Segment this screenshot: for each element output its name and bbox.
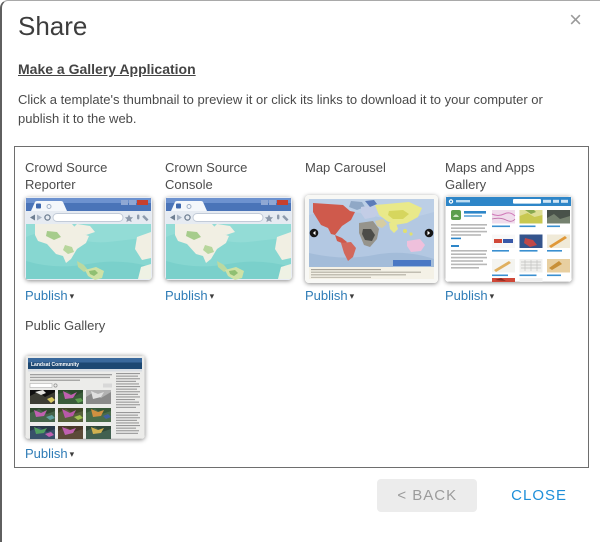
close-button[interactable]: CLOSE bbox=[509, 481, 569, 510]
template-thumbnail-crowd-source-reporter[interactable] bbox=[25, 195, 165, 283]
publish-dropdown[interactable]: Publish▾ bbox=[25, 288, 165, 303]
dropdown-caret-icon: ▾ bbox=[70, 449, 75, 459]
publish-link[interactable]: Publish bbox=[25, 446, 68, 461]
publish-dropdown[interactable]: Publish▾ bbox=[25, 446, 165, 461]
templates-panel: Crowd Source Reporter bbox=[14, 146, 589, 468]
template-title: Crown Source Console bbox=[165, 159, 289, 195]
landsat-gallery-thumbnail-image: Landsat Community bbox=[25, 355, 145, 439]
dropdown-caret-icon: ▾ bbox=[70, 291, 75, 301]
close-icon[interactable]: × bbox=[565, 5, 586, 35]
template-thumbnail-map-carousel[interactable] bbox=[305, 195, 445, 283]
landsat-community-label: Landsat Community bbox=[31, 362, 79, 368]
template-card-maps-and-apps-gallery: Maps and Apps Gallery bbox=[445, 159, 585, 303]
publish-link[interactable]: Publish bbox=[25, 288, 68, 303]
template-title: Crowd Source Reporter bbox=[25, 159, 149, 195]
template-card-map-carousel: Map Carousel bbox=[305, 159, 445, 303]
dropdown-caret-icon: ▾ bbox=[210, 291, 215, 301]
browser-map-thumbnail-image bbox=[165, 197, 292, 280]
gallery-webpage-thumbnail-image bbox=[445, 196, 572, 282]
dropdown-caret-icon: ▾ bbox=[350, 291, 355, 301]
template-title: Map Carousel bbox=[305, 159, 429, 195]
back-button[interactable]: < BACK bbox=[377, 479, 477, 512]
template-thumbnail-maps-and-apps-gallery[interactable] bbox=[445, 195, 585, 283]
browser-map-thumbnail-image bbox=[25, 197, 152, 280]
template-thumbnail-public-gallery[interactable]: Landsat Community bbox=[25, 353, 165, 441]
template-thumbnail-crown-source-console[interactable] bbox=[165, 195, 305, 283]
templates-grid: Crowd Source Reporter bbox=[25, 159, 588, 461]
share-dialog: Share × Make a Gallery Application Click… bbox=[0, 0, 600, 542]
make-gallery-application-link[interactable]: Make a Gallery Application bbox=[18, 61, 196, 77]
template-card-public-gallery: Public Gallery Landsat Community bbox=[25, 317, 165, 461]
dialog-footer: < BACK CLOSE bbox=[377, 479, 569, 512]
dialog-title: Share bbox=[18, 11, 87, 41]
template-card-crown-source-console: Crown Source Console bbox=[165, 159, 305, 303]
dialog-header: Share × bbox=[2, 1, 600, 42]
template-title: Maps and Apps Gallery bbox=[445, 159, 569, 195]
publish-dropdown[interactable]: Publish▾ bbox=[305, 288, 445, 303]
publish-dropdown[interactable]: Publish▾ bbox=[165, 288, 305, 303]
template-title: Public Gallery bbox=[25, 317, 149, 353]
template-card-crowd-source-reporter: Crowd Source Reporter bbox=[25, 159, 165, 303]
publish-link[interactable]: Publish bbox=[305, 288, 348, 303]
publish-link[interactable]: Publish bbox=[445, 288, 488, 303]
instructions-text: Click a template's thumbnail to preview … bbox=[18, 91, 584, 129]
world-map-carousel-thumbnail-image bbox=[305, 195, 438, 283]
publish-dropdown[interactable]: Publish▾ bbox=[445, 288, 585, 303]
publish-link[interactable]: Publish bbox=[165, 288, 208, 303]
dropdown-caret-icon: ▾ bbox=[490, 291, 495, 301]
